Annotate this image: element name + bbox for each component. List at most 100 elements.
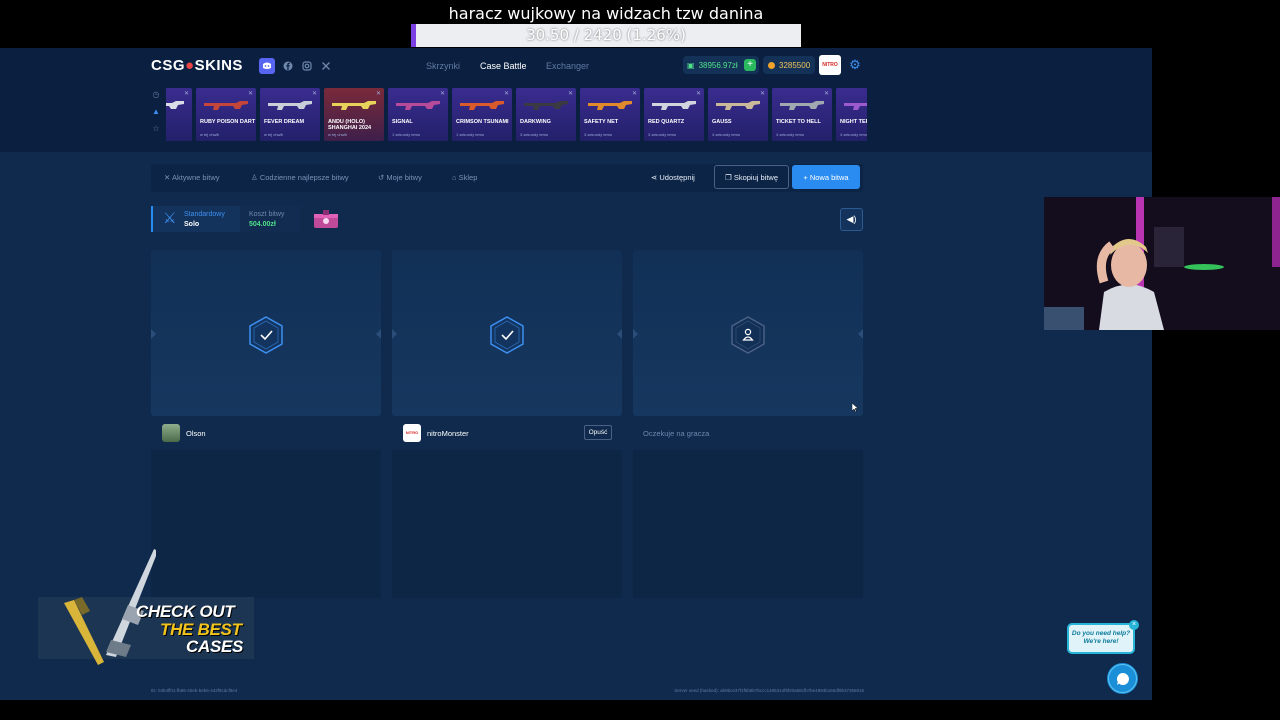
tab-shop[interactable]: ⌂ Sklep [452, 173, 477, 182]
new-battle-button[interactable]: + Nowa bitwa [792, 165, 860, 189]
nav-skrzynki[interactable]: Skrzynki [426, 61, 460, 71]
drop-name: TICKET TO HELL [776, 119, 821, 125]
drop-name: RED QUARTZ [648, 119, 685, 125]
close-icon[interactable]: ✕ [312, 90, 317, 97]
drop-card[interactable]: ✕ FEVER DREAM w tej chwili [260, 88, 320, 141]
player-name[interactable]: nitroMonster [427, 429, 469, 438]
gear-icon[interactable]: ⚙ [848, 58, 862, 72]
nav-exchanger[interactable]: Exchanger [546, 61, 589, 71]
promo-line-1: CHECK OUT [136, 602, 235, 621]
battle-toolbar: ✕ Aktywne bitwy ♙ Codzienne najlepsze bi… [151, 164, 863, 192]
promo-banner[interactable]: CHECK OUT THE BEST CASES [38, 545, 256, 670]
battle-mode-value: Solo [184, 221, 200, 228]
thumbs-up-icon[interactable]: ▲ [151, 107, 161, 117]
battle-slot [633, 250, 863, 416]
weapon-icon [268, 101, 312, 110]
drop-name: FEVER DREAM [264, 119, 305, 125]
drop-name: ANDU (HOLO) SHANGHAI 2024 [328, 119, 372, 131]
nav-case-battle[interactable]: Case Battle [480, 61, 527, 71]
crossed-swords-icon: ⚔ [163, 210, 177, 227]
drop-time: w tej chwili [200, 132, 220, 137]
battle-id: ID: 04b4ff01-fb86-40eb-beb6-442f9cdcf8e4 [151, 688, 238, 693]
drop-card[interactable]: ✕ SIGNAL 1 sekundy temu [388, 88, 448, 141]
close-icon[interactable]: ✕ [440, 90, 445, 97]
facebook-icon[interactable] [280, 58, 296, 74]
drop-card[interactable]: ✕ GAUSS 4 sekundy temu [708, 88, 768, 141]
copy-battle-label: Skopiuj bitwę [733, 172, 779, 182]
drop-time: 1 sekundy temu [392, 132, 421, 137]
coin-icon [768, 61, 775, 69]
slot-arrow-right [617, 329, 622, 339]
ready-check-icon [490, 316, 524, 354]
mouse-cursor-icon [852, 403, 858, 412]
close-icon[interactable]: ✕ [184, 90, 189, 97]
waiting-label: Oczekuje na gracza [643, 429, 710, 438]
logo[interactable]: CSG●SKINS [151, 57, 243, 74]
player-name[interactable]: Olson [186, 429, 206, 438]
close-icon[interactable]: × [1129, 620, 1139, 630]
tab-daily-best[interactable]: ♙ Codzienne najlepsze bitwy [251, 173, 349, 182]
share-icon: ⋖ [651, 173, 658, 182]
drop-card[interactable]: ✕NIGHT TERR4 sekundy temu [836, 88, 867, 141]
drop-card[interactable]: ✕ CRIMSON TSUNAMI 1 sekundy temu [452, 88, 512, 141]
case-thumbnail[interactable] [311, 207, 341, 231]
logo-santa-icon: ● [185, 57, 195, 74]
slot-arrow-right [376, 329, 381, 339]
help-bubble[interactable]: Do you need help? We're here! [1067, 623, 1135, 654]
close-icon[interactable]: ✕ [696, 90, 701, 97]
star-icon[interactable]: ☆ [151, 124, 161, 134]
balance-display[interactable]: ▣ 38956.97zł + [683, 56, 759, 74]
instagram-icon[interactable] [299, 58, 315, 74]
weapon-icon [588, 101, 632, 110]
drop-time: 4 sekundy temu [712, 132, 741, 137]
close-icon[interactable]: ✕ [248, 90, 253, 97]
add-funds-button[interactable]: + [744, 59, 756, 71]
drop-card[interactable]: ✕ TICKET TO HELL 4 sekundy temu [772, 88, 832, 141]
discord-icon[interactable] [259, 58, 275, 74]
close-icon[interactable]: ✕ [760, 90, 765, 97]
swords-icon: ✕ [164, 173, 171, 182]
tab-active-battles[interactable]: ✕ Aktywne bitwy [164, 173, 220, 182]
webcam-feed [1044, 197, 1280, 330]
slot-arrow-left [633, 329, 638, 339]
copy-battle-button[interactable]: ❐ Skopiuj bitwę [714, 165, 789, 189]
slot-items-area [392, 450, 622, 598]
drops-filter: ◷ ▲ ☆ [151, 90, 161, 141]
drop-card[interactable]: ✕ DARKWING 3 sekundy temu [516, 88, 576, 141]
tab-my-battles-label: Moje bitwy [386, 173, 422, 182]
weapon-icon [652, 101, 696, 110]
shop-icon: ⌂ [452, 173, 457, 182]
leave-button[interactable]: Opuść [584, 425, 612, 440]
coins-display[interactable]: 3285500 [763, 56, 815, 74]
weapon-icon [166, 101, 184, 109]
drop-name: NIGHT TERR [840, 119, 867, 125]
stream-goal-title: haracz wujkowy na widzach tzw danina [448, 4, 764, 23]
drop-time: 3 sekundy temu [584, 132, 613, 137]
close-icon[interactable]: ✕ [568, 90, 573, 97]
drop-card[interactable]: ✕ ALL [166, 88, 192, 141]
sound-toggle-icon[interactable]: ◀) [840, 208, 863, 231]
drop-time: 3 sekundy temu [520, 132, 549, 137]
x-twitter-icon[interactable] [318, 58, 334, 74]
drop-card[interactable]: ✕ RUBY POISON DART w tej chwili [196, 88, 256, 141]
stream-goal-progress: 30.50 / 2420 (1.26%) [411, 24, 801, 47]
close-icon[interactable]: ✕ [824, 90, 829, 97]
drop-card[interactable]: ✕ RED QUARTZ 3 sekundy temu [644, 88, 704, 141]
clock-icon[interactable]: ◷ [151, 90, 161, 100]
tab-my-battles[interactable]: ↺ Moje bitwy [378, 173, 422, 182]
drop-card[interactable]: ✕ SAFETY NET 3 sekundy temu [580, 88, 640, 141]
close-icon[interactable]: ✕ [504, 90, 509, 97]
drop-name: DARKWING [520, 119, 551, 125]
battle-cost-label: Koszt bitwy [249, 211, 285, 218]
copy-icon: ❐ [724, 172, 732, 182]
close-icon[interactable]: ✕ [376, 90, 381, 97]
chat-button[interactable] [1107, 663, 1138, 694]
slot-items-area [633, 450, 863, 598]
share-button[interactable]: ⋖ Udostępnij [651, 173, 695, 182]
close-icon[interactable]: ✕ [632, 90, 637, 97]
battle-mode: ⚔ Standardowy Solo [151, 206, 240, 232]
live-drops-feed: ✕ ALL ✕ RUBY POISON DART w tej chwili ✕ FEVER … [166, 88, 867, 141]
drop-card[interactable]: ✕ ANDU (HOLO) SHANGHAI 2024 w tej chwili [324, 88, 384, 141]
battle-cost: Koszt bitwy 504.00zł [240, 206, 300, 232]
user-avatar[interactable]: NITRO [819, 55, 841, 75]
